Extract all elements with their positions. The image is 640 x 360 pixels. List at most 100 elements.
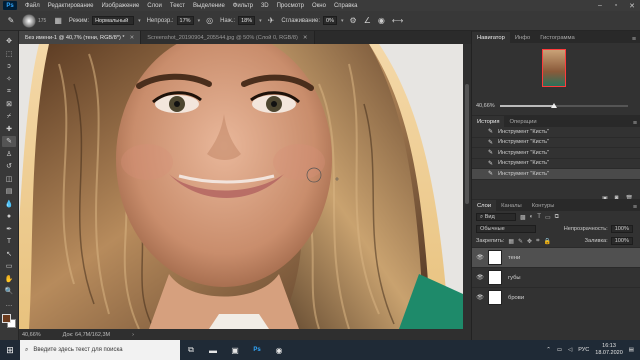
tab-document-1[interactable]: Без имени-1 @ 40,7% (тени, RGB/8*) * ✕ [19,31,142,44]
path-select-tool-icon[interactable]: ↖ [2,249,16,260]
vertical-scrollbar[interactable] [463,44,471,329]
brush-tool-icon[interactable]: ✎ [6,16,16,26]
panel-menu-icon[interactable]: ≡ [632,36,640,43]
history-item[interactable]: ✎ Инструмент "Кисть" [472,169,640,180]
more-tools-icon[interactable]: … [2,299,16,310]
layer-row[interactable]: 👁 брови [472,287,640,307]
photoshop-taskbar-icon[interactable]: Ps [246,347,268,353]
brush-settings-icon[interactable]: ▦ [54,16,62,25]
pen-tool-icon[interactable]: ✒ [2,224,16,235]
menu-image[interactable]: Изображение [97,3,143,9]
layer-name[interactable]: брови [508,295,524,301]
stamp-tool-icon[interactable]: ♙ [2,149,16,160]
menu-help[interactable]: Справка [330,3,362,9]
eye-icon[interactable]: 👁 [472,254,488,261]
network-icon[interactable]: ▭ [557,347,562,353]
tab-channels[interactable]: Каналы [496,200,527,211]
lock-all-icon[interactable]: 🔒 [543,238,550,245]
angle-icon[interactable]: ∠ [364,16,371,25]
history-item[interactable]: ✎ Инструмент "Кисть" [472,138,640,148]
layer-opacity-field[interactable]: 100% [610,225,633,233]
shape-tool-icon[interactable]: ▭ [2,261,16,272]
airbrush-icon[interactable]: ✈ [268,16,275,25]
tab-layers[interactable]: Слои [472,200,497,211]
frame-tool-icon[interactable]: ⊠ [2,99,16,110]
menu-edit[interactable]: Редактирование [44,3,98,9]
lock-move-icon[interactable]: ✥ [527,238,532,245]
smoothing-field[interactable]: 0% [323,16,337,25]
eye-icon[interactable]: 👁 [472,294,488,301]
notifications-icon[interactable]: ▤ [629,347,634,353]
healing-tool-icon[interactable]: ✚ [2,124,16,135]
lock-paint-icon[interactable]: ✎ [518,238,523,245]
tab-actions[interactable]: Операции [504,116,541,127]
zoom-tool-icon[interactable]: 🔍 [2,286,16,297]
menu-select[interactable]: Выделение [189,3,229,9]
canvas[interactable] [19,44,463,329]
color-swatches[interactable] [2,314,16,328]
panel-menu-icon[interactable]: ≡ [633,204,640,211]
menu-filter[interactable]: Фильтр [229,3,257,9]
pressure-field[interactable]: 18% [238,16,256,25]
brush-tool-icon[interactable]: ✎ [2,136,16,147]
minimize-icon[interactable]: – [592,2,608,10]
menu-window[interactable]: Окно [308,3,330,9]
store-icon[interactable]: ▣ [224,346,246,355]
menu-3d[interactable]: 3D [257,3,273,9]
navigator-zoom-slider[interactable] [500,103,628,108]
taskbar-search[interactable]: ⌕ Введите здесь текст для поиска [20,340,180,360]
scrollbar-thumb[interactable] [465,84,469,204]
dodge-tool-icon[interactable]: ● [2,211,16,222]
chevron-right-icon[interactable]: › [132,332,134,338]
zoom-level[interactable]: 40,66% [22,332,41,338]
history-item[interactable]: ✎ Инструмент "Кисть" [472,148,640,159]
filter-pixel-icon[interactable]: ▩ [520,214,526,221]
tab-history[interactable]: История [472,116,505,127]
eyedropper-tool-icon[interactable]: ⌿ [2,111,16,122]
file-explorer-icon[interactable]: ▬ [202,346,224,355]
tab-document-2[interactable]: Screenshot_20190904_205544.jpg @ 50% (Сл… [141,31,315,44]
tab-info[interactable]: Инфо [510,32,535,43]
lock-pixels-icon[interactable]: ▦ [508,238,514,245]
lock-artboard-icon[interactable]: ⌗ [536,238,539,245]
task-view-icon[interactable]: ⧉ [180,345,202,355]
layer-kind-select[interactable]: ⌕ Вид [476,213,516,221]
pressure-size-icon[interactable]: ◉ [378,16,385,25]
windows-start-icon[interactable]: ⊞ [0,345,20,356]
filter-adjust-icon[interactable]: ◐ [530,214,534,220]
close-icon[interactable]: ✕ [624,2,640,10]
navigator-thumbnail[interactable] [542,49,566,87]
panel-menu-icon[interactable]: ≡ [633,120,640,127]
filter-smart-icon[interactable]: ⧉ [555,214,559,221]
close-icon[interactable]: ✕ [303,35,308,41]
layer-fill-field[interactable]: 100% [610,237,633,245]
foreground-color[interactable] [2,314,11,323]
volume-icon[interactable]: ◁ [568,347,572,353]
menu-layers[interactable]: Слои [143,3,166,9]
filter-type-icon[interactable]: T [537,214,541,220]
layer-row[interactable]: 👁 губы [472,267,640,287]
mode-select[interactable]: Нормальный [92,16,135,25]
layer-row[interactable]: 👁 тени [472,247,640,267]
tab-histogram[interactable]: Гистограмма [535,32,580,43]
move-tool-icon[interactable]: ✥ [2,36,16,47]
hand-tool-icon[interactable]: ✋ [2,274,16,285]
layer-name[interactable]: тени [508,255,520,261]
pressure-opacity-icon[interactable]: ◎ [206,16,213,25]
browser-icon[interactable]: ◉ [268,346,290,355]
crop-tool-icon[interactable]: ⌗ [2,86,16,97]
close-icon[interactable]: ✕ [130,35,135,41]
blur-tool-icon[interactable]: 💧 [2,199,16,210]
menu-view[interactable]: Просмотр [273,3,308,9]
lasso-tool-icon[interactable]: ↄ [2,61,16,72]
chevron-up-icon[interactable]: ⌃ [546,347,551,353]
history-item[interactable]: ✎ Инструмент "Кисть" [472,127,640,138]
tab-paths[interactable]: Контуры [527,200,560,211]
blend-mode-select[interactable]: Обычные [476,225,536,233]
clock[interactable]: 16:13 18.07.2020 [595,343,623,357]
symmetry-icon[interactable]: ⟷ [392,16,403,25]
quick-select-tool-icon[interactable]: ✧ [2,74,16,85]
layer-name[interactable]: губы [508,275,521,281]
gear-icon[interactable]: ⚙ [350,16,357,25]
slider-knob[interactable] [550,103,557,108]
